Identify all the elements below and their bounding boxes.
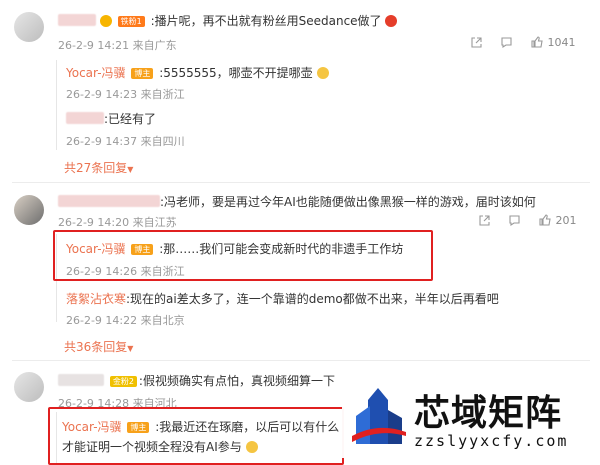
- share-button[interactable]: [470, 36, 483, 49]
- reply-author[interactable]: Yocar-冯骥: [66, 242, 126, 256]
- avatar[interactable]: [14, 372, 44, 402]
- username-redacted[interactable]: [58, 195, 160, 207]
- reply-text: :5555555，哪壶不开提哪壶: [159, 66, 313, 80]
- tomato-emoji-icon: [385, 15, 398, 27]
- reply-5-line2: 才能证明一个视频全程没有AI参与: [62, 438, 258, 455]
- like-count: 201: [555, 214, 577, 227]
- comment-button[interactable]: [508, 214, 521, 227]
- reply-meta: 26-2-9 14:26 来自浙江: [66, 265, 185, 278]
- reply-2: :已经有了: [66, 110, 156, 127]
- comment-text: :假视频确实有点怕，真视频细算一下: [138, 374, 335, 388]
- fan-icon: [99, 15, 112, 27]
- reply-text: :现在的ai差太多了，连一个靠谱的demo都做不出来，半年以后再看吧: [126, 292, 499, 306]
- comment-1-header: 铁粉1 :播片呢，再不出就有粉丝用Seedance做了: [58, 12, 398, 29]
- blogger-badge: 博主: [127, 422, 150, 433]
- reply-thread-line: [56, 60, 57, 150]
- reply-meta: 26-2-9 14:37 来自四川: [66, 135, 185, 148]
- fan-badge: 铁粉1: [117, 16, 145, 27]
- username-redacted[interactable]: [58, 374, 104, 386]
- comment-button[interactable]: [500, 36, 513, 49]
- reply-meta: 26-2-9 14:22 来自北京: [66, 314, 185, 327]
- reply-1: Yocar-冯骥 博主 :5555555，哪壶不开提哪壶: [66, 64, 329, 81]
- like-count: 1041: [547, 36, 576, 49]
- share-icon: [479, 215, 490, 226]
- username-redacted[interactable]: [58, 14, 96, 26]
- share-icon: [471, 37, 482, 48]
- view-more-label: 共36条回复: [64, 340, 128, 354]
- like-button[interactable]: 1041: [530, 35, 576, 49]
- reply-text: :我最近还在琢磨，以后可以有什么: [155, 420, 340, 434]
- like-button[interactable]: 201: [538, 213, 577, 227]
- reply-3: Yocar-冯骥 博主 :那……我们可能会变成新时代的非遗手工作坊: [66, 240, 403, 257]
- share-button[interactable]: [478, 214, 491, 227]
- caret-down-icon: ▼: [127, 165, 134, 174]
- comment-2-header: :冯老师，要是再过今年AI也能随便做出像黑猴一样的游戏，届时该如何: [58, 193, 536, 210]
- reply-author[interactable]: 落絮沾衣寒: [66, 292, 126, 306]
- comment-3-header: 金粉2:假视频确实有点怕，真视频细算一下: [58, 372, 335, 389]
- fan-badge: 金粉2: [109, 376, 137, 387]
- caret-down-icon: ▼: [127, 344, 134, 353]
- comment-icon: [501, 37, 512, 49]
- thumb-up-icon: [539, 214, 551, 226]
- crying-emoji-icon: [245, 441, 258, 453]
- username-redacted[interactable]: [66, 112, 104, 124]
- view-more-replies-link[interactable]: 共36条回复▼: [64, 338, 133, 355]
- comment-text: :冯老师，要是再过今年AI也能随便做出像黑猴一样的游戏，届时该如何: [160, 195, 536, 209]
- divider: [12, 360, 590, 361]
- thumb-up-icon: [531, 36, 543, 48]
- reply-text: :已经有了: [104, 112, 157, 126]
- smile-emoji-icon: [316, 67, 329, 79]
- reply-author[interactable]: Yocar-冯骥: [62, 420, 122, 434]
- comment-meta: 26-2-9 14:21 来自广东: [58, 39, 177, 52]
- watermark-title: 芯域矩阵: [414, 393, 563, 434]
- avatar[interactable]: [14, 12, 44, 42]
- divider: [12, 182, 590, 183]
- blogger-badge: 博主: [131, 244, 154, 255]
- avatar[interactable]: [14, 195, 44, 225]
- reply-4: 落絮沾衣寒:现在的ai差太多了，连一个靠谱的demo都做不出来，半年以后再看吧: [66, 290, 499, 307]
- comment-meta: 26-2-9 14:20 来自江苏: [58, 216, 177, 229]
- reply-text: 才能证明一个视频全程没有AI参与: [62, 440, 242, 454]
- highlight-box: [48, 407, 344, 465]
- blogger-badge: 博主: [131, 68, 154, 79]
- watermark: 芯域矩阵 zzslyyxcfy.com: [342, 378, 572, 458]
- building-logo-icon: [352, 388, 406, 444]
- reply-author[interactable]: Yocar-冯骥: [66, 66, 126, 80]
- reply-meta: 26-2-9 14:23 来自浙江: [66, 88, 185, 101]
- reply-text: :那……我们可能会变成新时代的非遗手工作坊: [159, 242, 404, 256]
- comment-icon: [509, 215, 520, 227]
- view-more-label: 共27条回复: [64, 161, 128, 175]
- reply-5: Yocar-冯骥 博主 :我最近还在琢磨，以后可以有什么: [62, 418, 339, 435]
- watermark-url: zzslyyxcfy.com: [414, 432, 569, 450]
- view-more-replies-link[interactable]: 共27条回复▼: [64, 159, 133, 176]
- comment-text: :播片呢，再不出就有粉丝用Seedance做了: [150, 14, 382, 28]
